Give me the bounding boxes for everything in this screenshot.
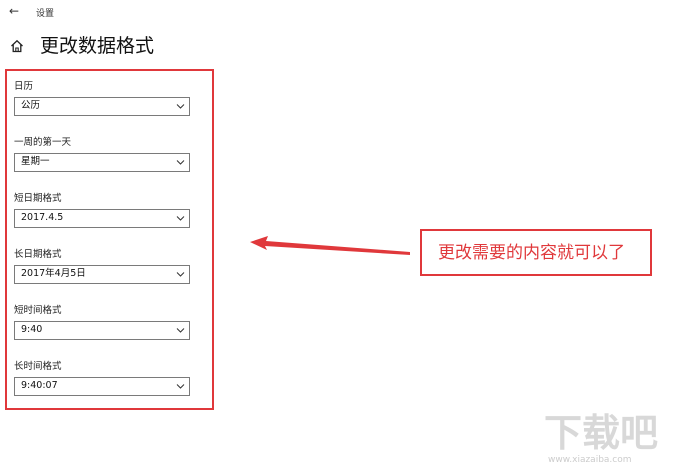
settings-panel: 日历 公历 一周的第一天 星期一 短日期格式 2017.4.5 长日期格式 20… xyxy=(5,69,214,410)
arrow-left-icon: ← xyxy=(8,4,20,18)
short-date-setting: 短日期格式 2017.4.5 xyxy=(14,192,194,228)
long-time-label: 长时间格式 xyxy=(14,361,62,372)
long-time-value: 9:40:07 xyxy=(21,380,58,391)
short-time-value: 9:40 xyxy=(21,324,43,335)
first-day-value: 星期一 xyxy=(21,156,50,167)
chevron-down-icon xyxy=(176,216,185,221)
first-day-dropdown[interactable]: 星期一 xyxy=(14,153,190,172)
calendar-dropdown[interactable]: 公历 xyxy=(14,97,190,116)
annotation-arrow-icon xyxy=(250,236,410,255)
short-time-dropdown[interactable]: 9:40 xyxy=(14,321,190,340)
chevron-down-icon xyxy=(176,160,185,165)
chevron-down-icon xyxy=(176,104,185,109)
app-title: 设置 xyxy=(36,9,55,19)
short-date-label: 短日期格式 xyxy=(14,193,62,204)
long-date-setting: 长日期格式 2017年4月5日 xyxy=(14,248,194,284)
long-time-setting: 长时间格式 9:40:07 xyxy=(14,360,194,396)
home-icon[interactable] xyxy=(10,39,24,53)
short-time-label: 短时间格式 xyxy=(14,305,62,316)
long-date-value: 2017年4月5日 xyxy=(21,268,86,279)
chevron-down-icon xyxy=(176,328,185,333)
long-date-dropdown[interactable]: 2017年4月5日 xyxy=(14,265,190,284)
chevron-down-icon xyxy=(176,384,185,389)
watermark-logo-icon: 下载吧 www.xiazaiba.com xyxy=(544,411,658,464)
title-bar: ← 设置 xyxy=(0,0,689,26)
chevron-down-icon xyxy=(176,272,185,277)
annotation-text: 更改需要的内容就可以了 xyxy=(438,243,625,263)
svg-text:www.xiazaiba.com: www.xiazaiba.com xyxy=(548,455,632,464)
first-day-setting: 一周的第一天 星期一 xyxy=(14,136,194,172)
short-date-dropdown[interactable]: 2017.4.5 xyxy=(14,209,190,228)
back-button[interactable]: ← xyxy=(6,3,22,19)
short-date-value: 2017.4.5 xyxy=(21,212,64,223)
svg-text:下载吧: 下载吧 xyxy=(544,411,658,455)
long-time-dropdown[interactable]: 9:40:07 xyxy=(14,377,190,396)
page-title: 更改数据格式 xyxy=(40,35,155,57)
first-day-label: 一周的第一天 xyxy=(14,137,72,148)
short-time-setting: 短时间格式 9:40 xyxy=(14,304,194,340)
calendar-label: 日历 xyxy=(14,81,34,92)
calendar-setting: 日历 公历 xyxy=(14,80,194,116)
annotation-callout: 更改需要的内容就可以了 xyxy=(420,229,652,276)
calendar-value: 公历 xyxy=(21,100,41,111)
long-date-label: 长日期格式 xyxy=(14,249,62,260)
